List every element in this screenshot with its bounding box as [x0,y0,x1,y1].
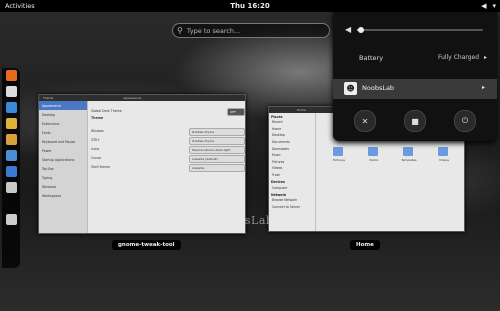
sidebar-item[interactable]: Fonts [39,128,87,137]
dark-theme-switch[interactable]: OFF [227,108,245,116]
sidebar-item[interactable]: Downloads [269,145,315,152]
power-icon: ⏻ [461,116,469,125]
software-icon[interactable] [5,166,17,177]
titlebar-left-text: Theme [43,96,54,100]
setting-dropdown[interactable]: Adwaita [189,164,245,172]
battery-status: Fully Charged [438,54,480,61]
sidebar-item[interactable]: Connect to Server [269,204,315,211]
tweak-sidebar: Appearance Desktop Extensions Fonts Keyboard… [39,101,88,233]
folder-icon[interactable] [403,147,413,156]
volume-slider[interactable] [357,27,483,33]
chevron-right-icon: ▸ [484,54,488,61]
user-menu: ◀ Battery Fully Charged ▸ ☻ NoobsLab ▸ ✕… [333,12,497,141]
sidebar-item[interactable]: Recent [269,119,315,126]
search-icon: ⚲ [177,26,183,35]
setting-dropdown[interactable]: Zukitwo-Hydra [189,128,245,136]
lock-icon: ■ [411,116,419,126]
setting-dropdown[interactable]: Faenza-Ubuntu-Dark-light [189,146,245,154]
volume-icon[interactable]: ◀ [481,2,486,10]
titlebar-title: Appearance [123,96,142,100]
sidebar-item[interactable]: Top Bar [39,164,87,173]
top-bar: Activities Thu 16:20 ◀ ▾ [0,0,500,12]
internet-icon[interactable] [5,102,17,113]
sidebar-item[interactable]: Browse Network [269,197,315,204]
shotwell-icon[interactable] [5,134,17,145]
search-placeholder: Type to search... [186,26,241,35]
window-caption[interactable]: gnome-tweak-tool [112,240,181,250]
sidebar-item[interactable]: Trash [269,172,315,179]
settings-button[interactable]: ✕ [354,110,376,132]
volume-slider-knob[interactable] [357,27,364,33]
sidebar-item[interactable]: Documents [269,139,315,146]
document-icon[interactable] [5,150,17,161]
sidebar-item[interactable]: Music [269,152,315,159]
sidebar-item[interactable]: Workspaces [39,191,87,200]
setting-label: Theme [91,116,104,120]
sidebar-item[interactable]: Videos [269,165,315,172]
battery-row[interactable]: Battery Fully Charged ▸ [333,52,497,66]
search-entry[interactable]: ⚲ Type to search... [172,23,330,38]
sidebar-item[interactable]: Desktop [269,132,315,139]
watermark: NoobsLab.com [213,214,303,227]
sidebar-item[interactable]: Appearance [39,101,87,110]
sidebar-item[interactable]: Home [269,126,315,133]
folder-label[interactable]: Pictures [327,158,351,162]
sidebar-item[interactable]: Extensions [39,119,87,128]
setting-label: Window [91,129,104,133]
setting-dropdown[interactable]: Zukitwo-Hydra [189,137,245,145]
folder-label[interactable]: Templates [397,158,421,162]
lock-button[interactable]: ■ [404,110,426,132]
setting-label: Global Dark Theme [91,109,122,113]
rhythmbox-icon[interactable] [5,118,17,129]
speaker-icon: ◀ [345,25,352,34]
sidebar-item[interactable]: Power [39,146,87,155]
user-name: NoobsLab [362,84,395,92]
folder-icon[interactable] [368,147,378,156]
battery-label: Battery [359,54,384,62]
setting-label: GTK+ [91,138,101,142]
settings-icon: ✕ [361,116,369,126]
setting-label: Shell theme [91,165,111,169]
chevron-down-icon[interactable]: ▾ [492,2,496,10]
sidebar-item[interactable]: Keyboard and Mouse [39,137,87,146]
setting-dropdown[interactable]: Adwaita (default) [189,155,245,163]
power-button[interactable]: ⏻ [454,110,476,132]
help-icon[interactable] [5,182,17,193]
firefox-icon[interactable] [5,70,17,81]
folder-icon[interactable] [333,147,343,156]
folder-label[interactable]: Videos [432,158,456,162]
window-caption[interactable]: Home [350,240,380,250]
folder-icon[interactable] [438,147,448,156]
dash [2,68,20,268]
tweak-tool-window[interactable]: Theme Appearance Appearance Desktop Extens… [38,94,246,234]
clock[interactable]: Thu 16:20 [0,2,500,10]
mail-icon[interactable] [5,86,17,97]
sidebar-item[interactable]: Typing [39,173,87,182]
titlebar-title: Home [297,108,306,112]
avatar: ☻ [344,82,357,95]
sidebar-item[interactable]: Windows [39,182,87,191]
sidebar-item[interactable]: Pictures [269,159,315,166]
show-apps-icon[interactable] [5,214,17,225]
folder-label[interactable]: Public [362,158,386,162]
volume-row: ◀ [345,25,357,34]
sidebar-item[interactable]: Startup Applications [39,155,87,164]
chevron-right-icon: ▸ [482,84,486,91]
setting-label: Icons [91,147,100,151]
setting-label: Cursor [91,156,102,160]
sidebar-item[interactable]: Desktop [39,110,87,119]
sidebar-item[interactable]: Computer [269,184,315,191]
status-area[interactable]: ◀ ▾ [481,0,496,12]
user-account-row[interactable]: ☻ NoobsLab ▸ [333,79,497,99]
